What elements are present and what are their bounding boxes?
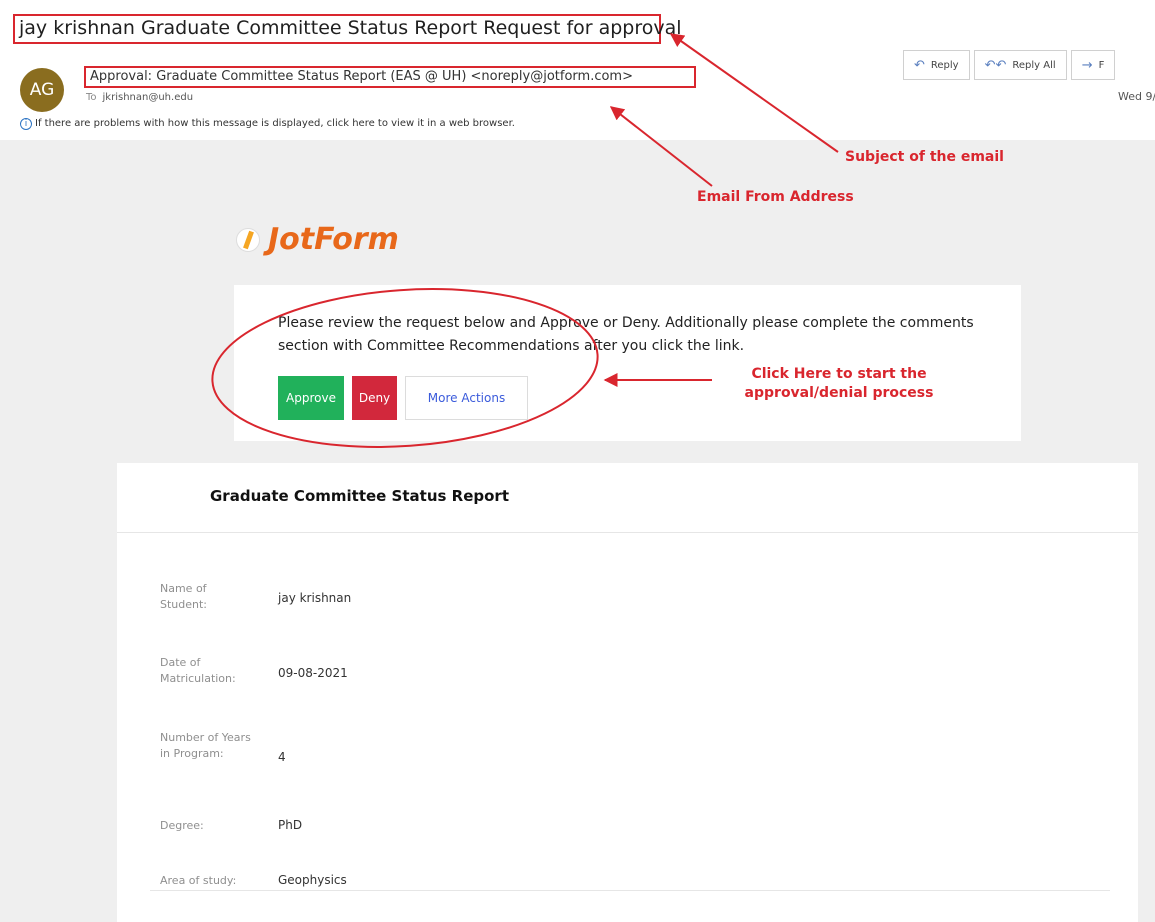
annotation-from: Email From Address (697, 189, 854, 205)
subject-arrow (669, 33, 839, 153)
annotation-overlay (211, 33, 839, 448)
annotation-subject: Subject of the email (845, 149, 1004, 165)
buttons-highlight-ellipse (211, 288, 599, 448)
from-arrow (609, 106, 713, 187)
annotation-click: Click Here to start the approval/denial … (744, 366, 934, 401)
